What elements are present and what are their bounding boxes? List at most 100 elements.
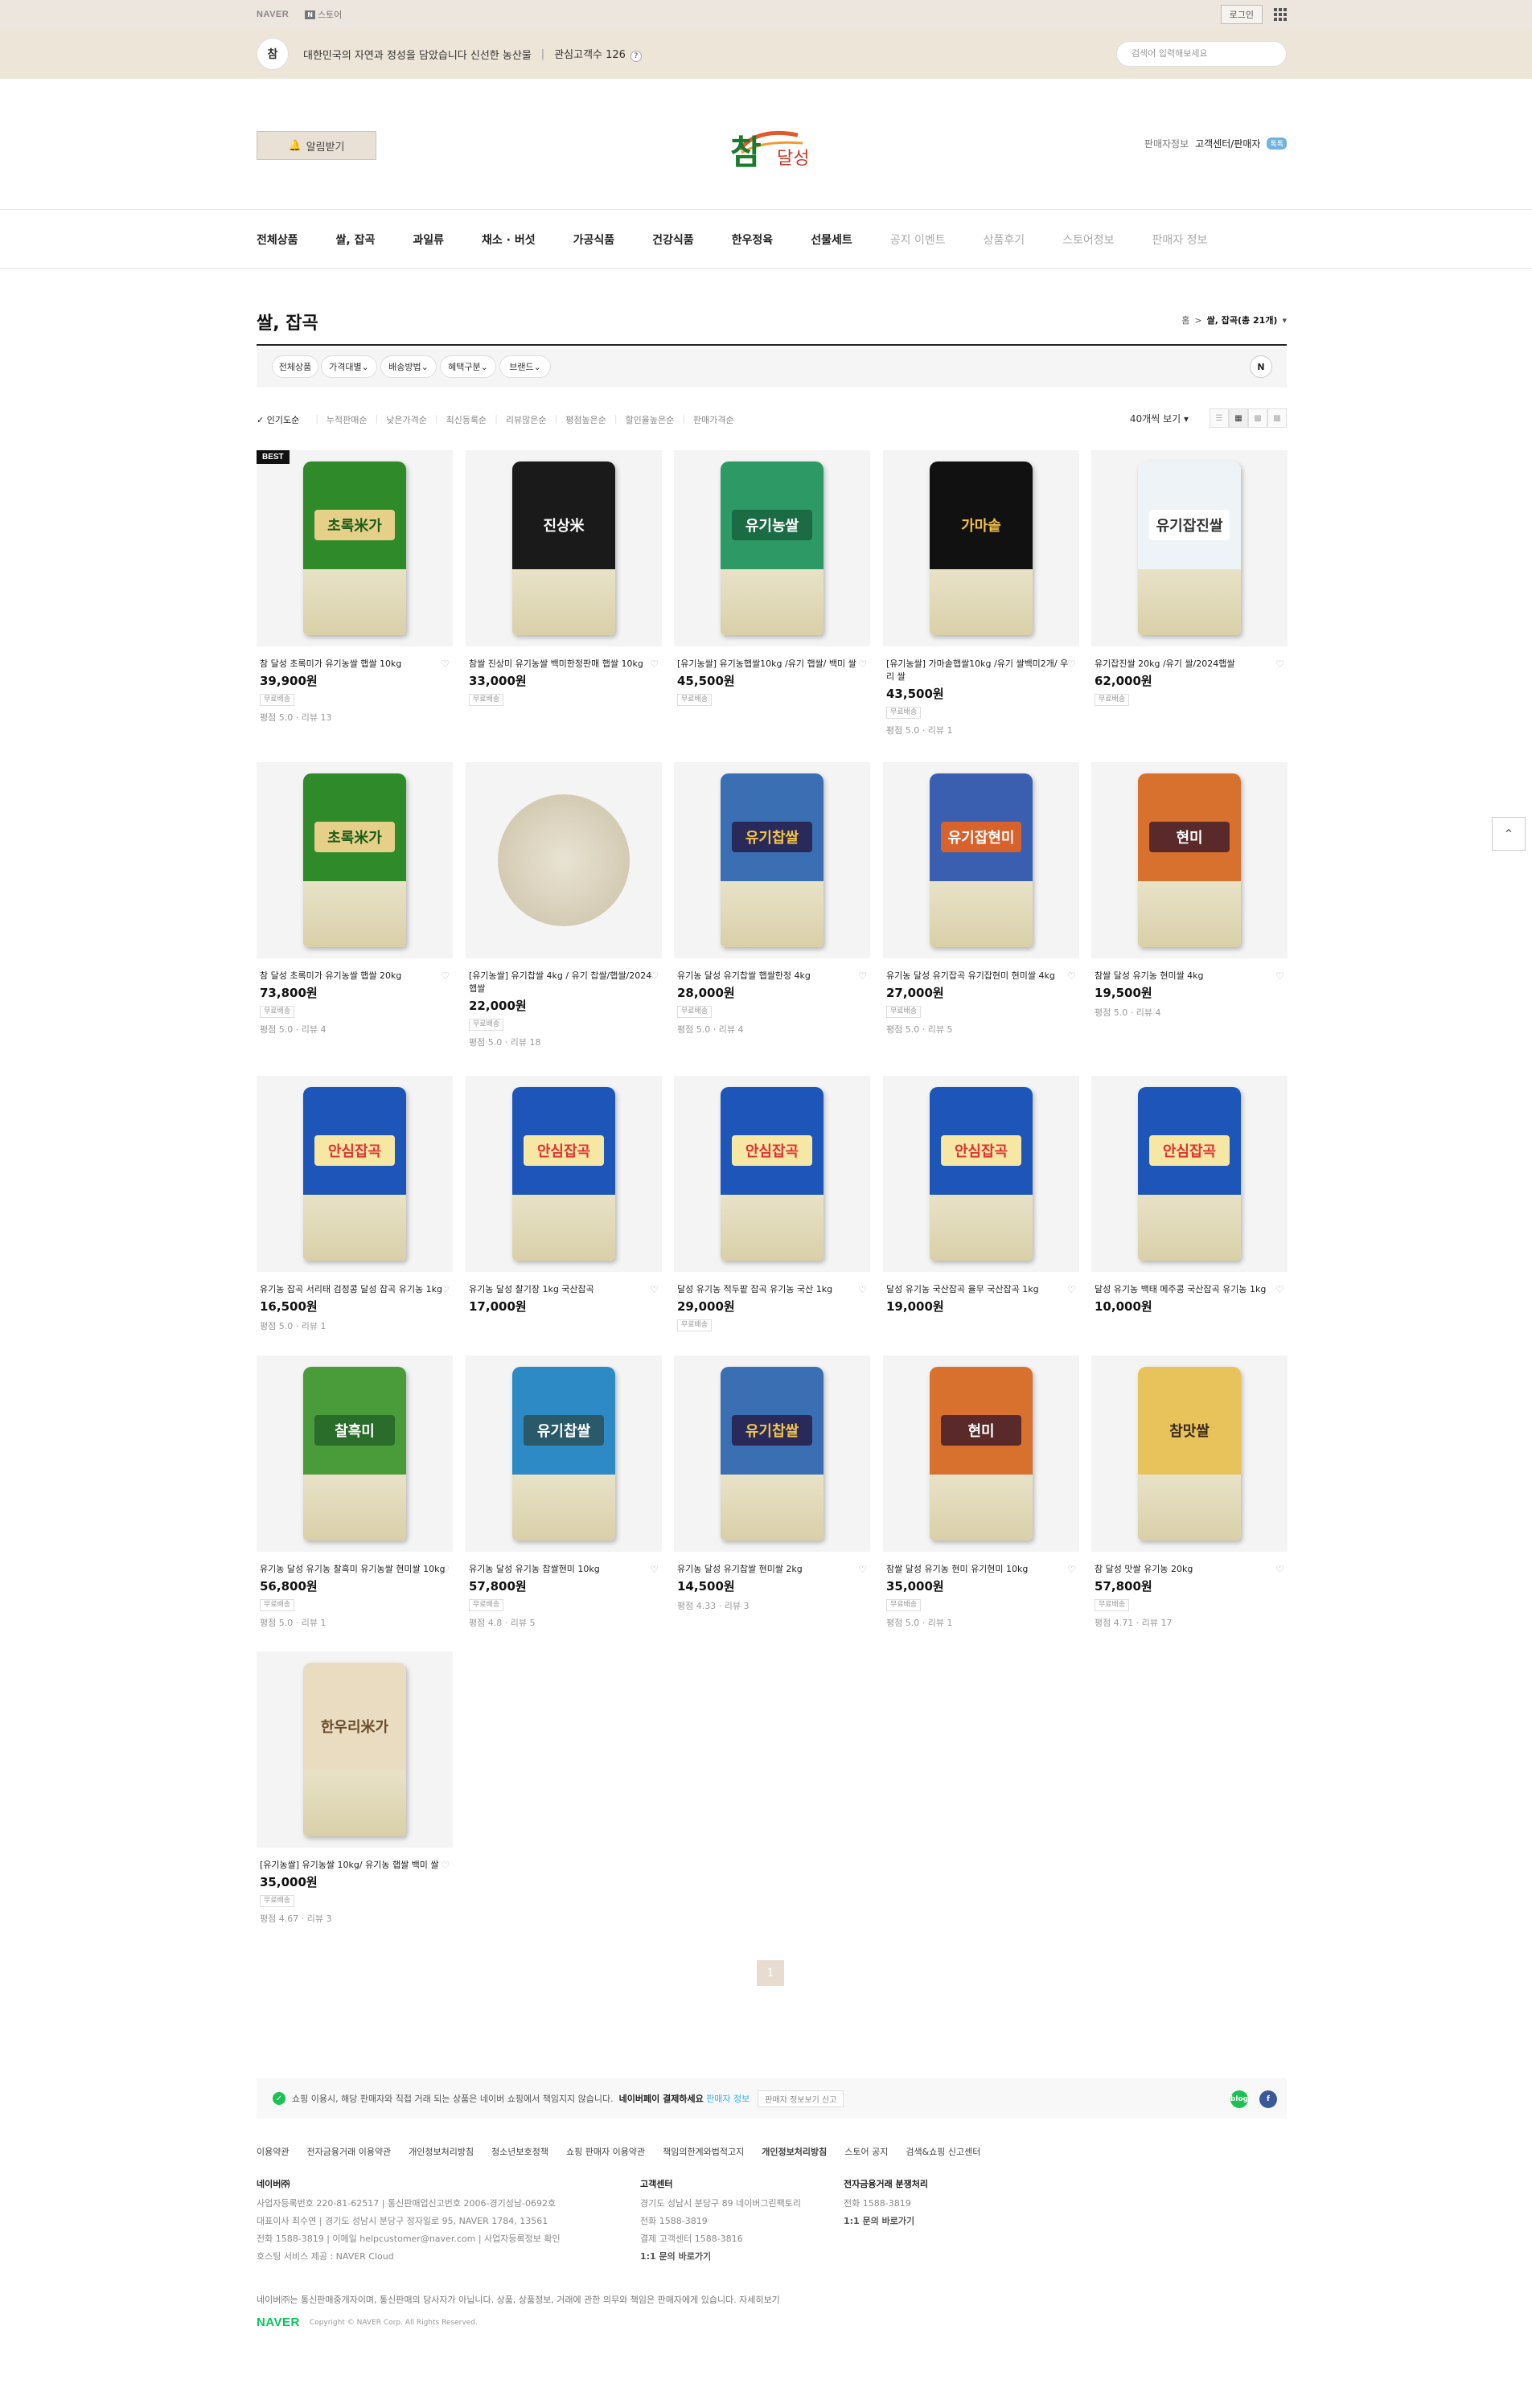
cs-link[interactable]: 고객센터/판매자 (1195, 137, 1260, 150)
product-name[interactable]: 참쌀 달성 유기농 현미쌀 4kg ♡ (1091, 970, 1288, 982)
footer-link[interactable]: 전자금융거래 이용약관 (306, 2145, 391, 2158)
view-grid4-icon[interactable]: ▩ (1248, 408, 1267, 428)
heart-icon[interactable]: ♡ (650, 658, 659, 671)
footer-link[interactable]: 검색&쇼핑 신고센터 (906, 2145, 980, 2158)
filter-chip[interactable]: 배송방법 ⌄ (380, 355, 437, 378)
dispute-inquiry-link[interactable]: 1:1 문의 바로가기 (844, 2216, 914, 2226)
apps-grid-icon[interactable] (1274, 8, 1287, 21)
naver-footer-logo[interactable]: NAVER (257, 2316, 300, 2329)
product-card[interactable]: 한우리米가 [유기농쌀] 유기농쌀 10kg/ 유기농 햅쌀 백미 쌀 ♡ 35… (257, 1651, 453, 1925)
heart-icon[interactable]: ♡ (441, 970, 450, 982)
view-grid-icon[interactable]: ▦ (1229, 408, 1248, 428)
product-name[interactable]: 참 달성 초록미가 유기농쌀 햅쌀 20kg ♡ (257, 970, 453, 982)
nav-item[interactable]: 과일류 (413, 232, 444, 248)
cs-inquiry-link[interactable]: 1:1 문의 바로가기 (640, 2251, 711, 2262)
product-image[interactable]: 현미 (1091, 762, 1288, 958)
product-card[interactable]: [유기농쌀] 유기찹쌀 4kg / 유기 찹쌀/햅쌀/2024햅쌀 ♡ 22,0… (466, 762, 662, 1048)
product-name[interactable]: 유기농 달성 찰기장 1kg 국산잡곡 ♡ (466, 1283, 662, 1296)
chevron-down-icon[interactable]: ▾ (1282, 315, 1287, 326)
product-image[interactable]: 안심잡곡 (257, 1076, 453, 1272)
product-name[interactable]: 참 달성 초록미가 유기농쌀 햅쌀 10kg ♡ (257, 658, 453, 671)
breadcrumb-current[interactable]: 쌀, 잡곡(총 21개) (1207, 314, 1278, 326)
product-image[interactable]: 한우리米가 (257, 1651, 453, 1848)
product-image[interactable]: 유기잡현미 (883, 762, 1079, 958)
nav-item[interactable]: 선물세트 (811, 232, 852, 248)
login-button[interactable]: 로그인 (1220, 5, 1263, 24)
heart-icon[interactable]: ♡ (1275, 658, 1284, 671)
heart-icon[interactable]: ♡ (1067, 1283, 1076, 1296)
nav-item[interactable]: 쌀, 잡곡 (336, 232, 376, 248)
heart-icon[interactable]: ♡ (858, 970, 867, 982)
product-name[interactable]: 참쌀 진상미 유기농쌀 백미한정판매 햅쌀 10kg ♡ (466, 658, 662, 671)
footer-link[interactable]: 청소년보호정책 (491, 2145, 548, 2158)
heart-icon[interactable]: ♡ (1275, 1283, 1284, 1296)
product-image[interactable]: 유기농쌀 (674, 450, 870, 646)
product-card[interactable]: 유기찹쌀 유기농 달성 유기찹쌀 햅쌀한정 4kg ♡ 28,000원 무료배송… (674, 762, 870, 1036)
filter-chip[interactable]: 혜택구분 ⌄ (440, 355, 496, 378)
product-name[interactable]: 유기농 달성 유기잡곡 유기잡현미 현미쌀 4kg ♡ (883, 970, 1079, 982)
product-name[interactable]: [유기농쌀] 유기농쌀 10kg/ 유기농 햅쌀 백미 쌀 ♡ (257, 1859, 453, 1872)
heart-icon[interactable]: ♡ (1275, 970, 1284, 982)
product-name[interactable]: 유기농 달성 유기농 찰흑미 유기농쌀 현미쌀 10kg ♡ (257, 1563, 453, 1576)
sort-option[interactable]: 누적판매순 (327, 413, 368, 426)
per-page-select[interactable]: 40개씩 보기 ▾ (1130, 412, 1189, 425)
product-card[interactable]: 유기찹쌀 유기농 달성 유기농 찹쌀현미 10kg ♡ 57,800원 무료배송… (466, 1356, 662, 1629)
footer-link[interactable]: 책임의한계와법적고지 (663, 2145, 744, 2158)
facebook-icon[interactable]: f (1259, 2090, 1277, 2108)
filter-chip[interactable]: 브랜드 ⌄ (499, 355, 551, 378)
heart-icon[interactable]: ♡ (858, 658, 867, 671)
product-name[interactable]: [유기농쌀] 유기찹쌀 4kg / 유기 찹쌀/햅쌀/2024햅쌀 ♡ (466, 970, 662, 995)
sort-option[interactable]: 할인율높은순 (626, 413, 675, 426)
product-name[interactable]: 유기잡진쌀 20kg /유기 쌀/2024햅쌀 ♡ (1091, 658, 1288, 671)
product-name[interactable]: 달성 유기농 적두팥 잡곡 유기농 국산 1kg ♡ (674, 1283, 870, 1296)
product-image[interactable]: BEST 초록米가 (257, 450, 453, 646)
notice-link[interactable]: 판매자 정보 (706, 2094, 750, 2104)
sort-option[interactable]: 최신등록순 (446, 413, 487, 426)
product-card[interactable]: 안심잡곡 달성 유기농 국산잡곡 율무 국산잡곡 1kg ♡ 19,000원 (883, 1076, 1079, 1315)
talk-badge[interactable]: 톡톡 (1267, 137, 1287, 150)
sort-option[interactable]: 낮은가격순 (386, 413, 427, 426)
heart-icon[interactable]: ♡ (650, 1283, 659, 1296)
product-card[interactable]: 안심잡곡 달성 유기농 적두팥 잡곡 유기농 국산 1kg ♡ 29,000원 … (674, 1076, 870, 1331)
nav-item[interactable]: 전체상품 (257, 232, 298, 248)
product-card[interactable]: 유기잡현미 유기농 달성 유기잡곡 유기잡현미 현미쌀 4kg ♡ 27,000… (883, 762, 1079, 1036)
product-image[interactable]: 현미 (883, 1356, 1079, 1552)
sort-option[interactable]: 리뷰많은순 (506, 413, 547, 426)
product-name[interactable]: 유기농 달성 유기찹쌀 현미쌀 2kg ♡ (674, 1563, 870, 1576)
product-card[interactable]: 안심잡곡 달성 유기농 백태 메주콩 국산잡곡 유기농 1kg ♡ 10,000… (1091, 1076, 1288, 1315)
product-card[interactable]: BEST 초록米가 참 달성 초록미가 유기농쌀 햅쌀 10kg ♡ 39,90… (257, 450, 453, 724)
heart-icon[interactable]: ♡ (441, 1563, 450, 1576)
product-image[interactable]: 진상米 (466, 450, 662, 646)
nav-item[interactable]: 스토어정보 (1062, 232, 1114, 248)
heart-icon[interactable]: ♡ (650, 970, 659, 982)
product-card[interactable]: 유기찹쌀 유기농 달성 유기찹쌀 현미쌀 2kg ♡ 14,500원 평점 4.… (674, 1356, 870, 1612)
nav-item[interactable]: 상품후기 (984, 232, 1025, 248)
filter-reset-button[interactable]: N (1250, 355, 1272, 378)
product-card[interactable]: 현미 참쌀 달성 유기농 현미쌀 4kg ♡ 19,500원 평점 5.0 · … (1091, 762, 1288, 1019)
product-image[interactable]: 안심잡곡 (883, 1076, 1079, 1272)
product-image[interactable]: 찰흑미 (257, 1356, 453, 1552)
product-name[interactable]: [유기농쌀] 가마솥햅쌀10kg /유기 쌀백미2개/ 우리 쌀 ♡ (883, 658, 1079, 683)
product-card[interactable]: 가마솥 [유기농쌀] 가마솥햅쌀10kg /유기 쌀백미2개/ 우리 쌀 ♡ 4… (883, 450, 1079, 736)
product-card[interactable]: 초록米가 참 달성 초록미가 유기농쌀 햅쌀 20kg ♡ 73,800원 무료… (257, 762, 453, 1036)
smartstore-link[interactable]: N 스토어 (305, 8, 342, 21)
product-card[interactable]: 유기농쌀 [유기농쌀] 유기농햅쌀10kg /유기 햅쌀/ 백미 쌀 ♡ 45,… (674, 450, 870, 706)
report-button[interactable]: 판매자 정보보기 신고 (758, 2090, 844, 2107)
product-image[interactable]: 유기찹쌀 (674, 1356, 870, 1552)
nav-item[interactable]: 가공식품 (573, 232, 615, 248)
heart-icon[interactable]: ♡ (858, 1563, 867, 1576)
product-name[interactable]: 유기농 달성 유기농 찹쌀현미 10kg ♡ (466, 1563, 662, 1576)
product-name[interactable]: 달성 유기농 백태 메주콩 국산잡곡 유기농 1kg ♡ (1091, 1283, 1288, 1296)
filter-chip[interactable]: 전체상품 (272, 355, 318, 378)
heart-icon[interactable]: ♡ (441, 1859, 450, 1872)
nav-item[interactable]: 건강식품 (652, 232, 694, 248)
notify-button[interactable]: 🔔 알림받기 (257, 131, 376, 160)
product-card[interactable]: 안심잡곡 유기농 달성 찰기장 1kg 국산잡곡 ♡ 17,000원 (466, 1076, 662, 1315)
product-card[interactable]: 찰흑미 유기농 달성 유기농 찰흑미 유기농쌀 현미쌀 10kg ♡ 56,80… (257, 1356, 453, 1629)
help-icon[interactable]: ? (630, 51, 642, 62)
heart-icon[interactable]: ♡ (441, 1283, 450, 1296)
nav-item[interactable]: 채소 · 버섯 (482, 232, 536, 248)
heart-icon[interactable]: ♡ (1067, 1563, 1076, 1576)
sort-option[interactable]: ✓ 인기도순 (257, 413, 307, 426)
product-image[interactable]: 유기찹쌀 (674, 762, 870, 958)
